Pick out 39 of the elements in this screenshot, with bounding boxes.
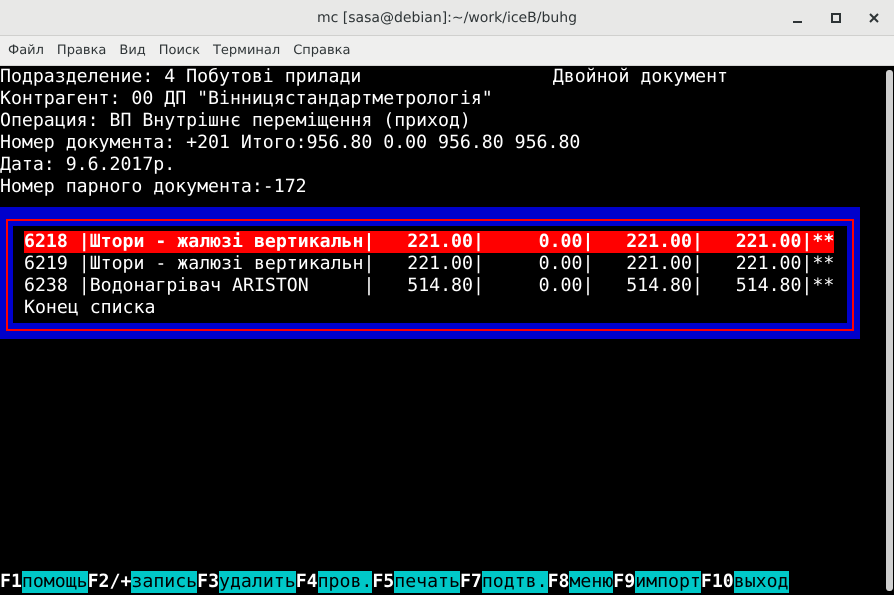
list-row[interactable]: 6238 |Водонагрівач ARISTON | 514.80| 0.00| 514.80| 514.80|**	[24, 275, 834, 297]
terminal-text: Контрагент: 00 ДП "Вінницястандартметрологія"	[0, 88, 493, 110]
terminal-text: Подразделение: 4 Побутові прилади	[0, 66, 362, 88]
function-key-label[interactable]: импорт	[635, 571, 701, 593]
function-key: F9	[613, 571, 636, 593]
function-key: F8	[548, 571, 570, 593]
terminal-text: Операция: ВП Внутрішнє переміщення (приход)	[0, 110, 471, 132]
list-end-text: Конец списка	[24, 297, 156, 319]
terminal-text: Номер парного документа:-172	[0, 176, 307, 198]
function-key-label[interactable]: удалить	[219, 571, 296, 593]
terminal-text: Дата: 9.6.2017р.	[0, 154, 176, 176]
menu-item[interactable]: Правка	[50, 43, 114, 58]
menu-item[interactable]: Файл	[2, 43, 51, 58]
menu-item[interactable]: Вид	[113, 43, 153, 58]
function-key: F4	[296, 571, 318, 593]
function-key: F5	[372, 571, 394, 593]
list-row[interactable]: 6219 |Штори - жалюзі вертикальн| 221.00| 0.00| 221.00| 221.00|**	[24, 253, 834, 275]
function-key: F1	[0, 571, 22, 593]
function-key-label[interactable]: меню	[569, 571, 614, 593]
menu-item[interactable]: Поиск	[152, 43, 207, 58]
function-key-label[interactable]: подтв.	[482, 571, 548, 593]
function-key: F3	[197, 571, 220, 593]
maximize-icon[interactable]	[830, 12, 842, 24]
function-key-label[interactable]: пров.	[318, 571, 372, 593]
close-icon[interactable]	[868, 12, 880, 24]
function-key: F2/+	[88, 571, 132, 593]
function-key: F7	[460, 571, 482, 593]
terminal-text: Номер документа: +201 Итого:956.80 0.00 956.80 956.80	[0, 132, 580, 154]
function-key-label[interactable]: помощь	[22, 571, 88, 593]
menu-item[interactable]: Справка	[287, 43, 358, 58]
list-row[interactable]: 6218 |Штори - жалюзі вертикальн| 221.00| 0.00| 221.00| 221.00|**	[24, 231, 834, 253]
terminal-text: Двойной документ	[552, 66, 728, 88]
function-key: F10	[700, 571, 734, 593]
menu-item[interactable]: Терминал	[206, 43, 288, 58]
function-key-label[interactable]: выход	[734, 571, 788, 593]
scrollbar-thumb[interactable]	[886, 70, 893, 591]
window-title: mc [sasa@debian]:~/work/iceB/buhg	[317, 10, 577, 26]
function-key-label[interactable]: запись	[131, 571, 198, 593]
function-key-label[interactable]: печать	[394, 571, 460, 593]
